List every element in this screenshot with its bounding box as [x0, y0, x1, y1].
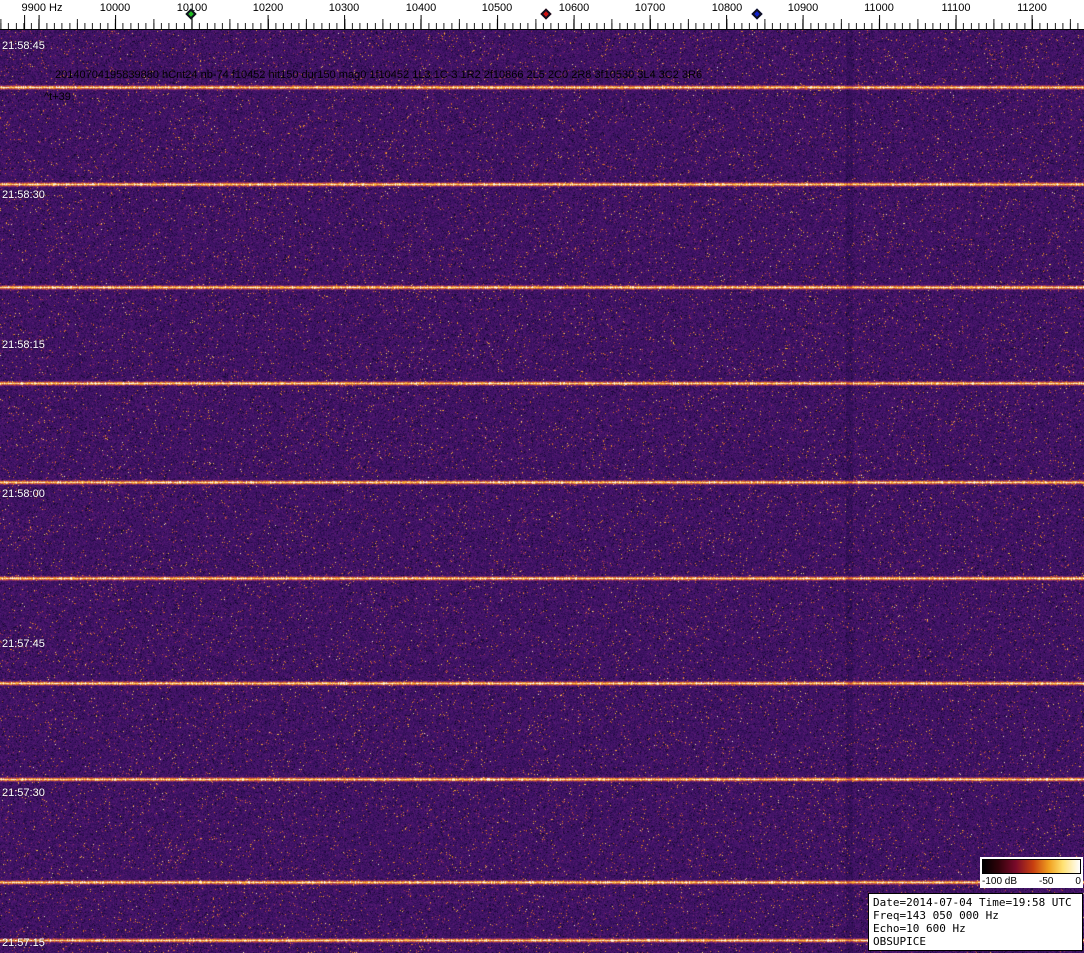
frequency-ruler: 9900 Hz 10000 10100 10200 10300 10400 10500 106…: [0, 0, 1084, 30]
colorbar-label-max: 0: [1075, 876, 1081, 887]
time-axis-label: 21:57:30: [2, 787, 45, 799]
spectrogram-area: 20140704195839880 hCnt24 nb-74 f10452 hi…: [0, 30, 1084, 953]
freq-tick-label: 10500: [481, 2, 513, 14]
colorbar-labels: -100 dB -50 0: [982, 874, 1081, 887]
detection-time-offset-label: ^t+39: [44, 91, 71, 103]
freq-tick-label: 9900 Hz: [21, 2, 63, 14]
time-axis-label: 21:57:15: [2, 937, 45, 949]
time-axis-label: 21:57:45: [2, 638, 45, 650]
freq-tick-label: 10400: [405, 2, 437, 14]
info-date-time: Date=2014-07-04 Time=19:58 UTC: [873, 896, 1072, 909]
freq-tick-label: 11100: [941, 2, 971, 14]
detection-annotation: 20140704195839880 hCnt24 nb-74 f10452 hi…: [55, 69, 703, 81]
freq-tick-label: 10000: [99, 2, 131, 14]
info-frequency: Freq=143 050 000 Hz: [873, 909, 999, 922]
freq-tick-label: 10200: [252, 2, 284, 14]
freq-tick-label: 10700: [634, 2, 666, 14]
time-axis-label: 21:58:45: [2, 40, 45, 52]
info-echo: Echo=10 600 Hz: [873, 922, 966, 935]
time-axis-label: 21:58:15: [2, 339, 45, 351]
colorbar-label-min: -100 dB: [982, 876, 1018, 887]
time-axis-label: 21:58:00: [2, 488, 45, 500]
freq-tick-label: 10800: [711, 2, 743, 14]
freq-tick-label: 10300: [328, 2, 360, 14]
ruler-major-ticks: [0, 15, 1084, 29]
freq-tick-label: 11200: [1017, 2, 1047, 14]
colorbar-label-mid: -50: [1039, 876, 1054, 887]
observation-info-box: Date=2014-07-04 Time=19:58 UTC Freq=143 …: [868, 893, 1083, 951]
spectrogram-canvas[interactable]: [0, 30, 1084, 953]
intensity-colorbar: -100 dB -50 0: [980, 857, 1083, 888]
freq-tick-label: 10600: [558, 2, 590, 14]
freq-tick-label: 10900: [787, 2, 819, 14]
colorbar-gradient: [982, 859, 1081, 874]
freq-tick-label: 11000: [864, 2, 894, 14]
info-station: OBSUPICE: [873, 935, 926, 948]
time-axis-label: 21:58:30: [2, 189, 45, 201]
